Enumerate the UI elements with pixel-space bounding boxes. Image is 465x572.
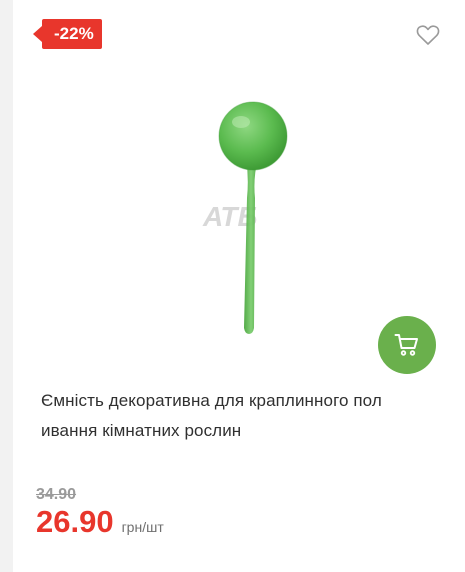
shopping-cart-icon — [394, 334, 418, 356]
old-price: 34.90 — [36, 486, 77, 503]
product-title[interactable]: Ємність декоративна для краплинного пол … — [41, 386, 436, 446]
price-row: 26.90 грн/шт — [36, 504, 164, 540]
heart-icon — [416, 25, 440, 45]
current-price: 26.90 — [36, 504, 114, 539]
favorite-button[interactable] — [416, 24, 440, 46]
product-image[interactable]: АТБ — [191, 98, 309, 340]
price-unit: грн/шт — [121, 519, 164, 535]
add-to-cart-button[interactable] — [378, 316, 436, 374]
product-card[interactable]: -22% АТБ Ємність декоративна для краплин… — [13, 0, 465, 572]
discount-badge: -22% — [33, 19, 102, 49]
